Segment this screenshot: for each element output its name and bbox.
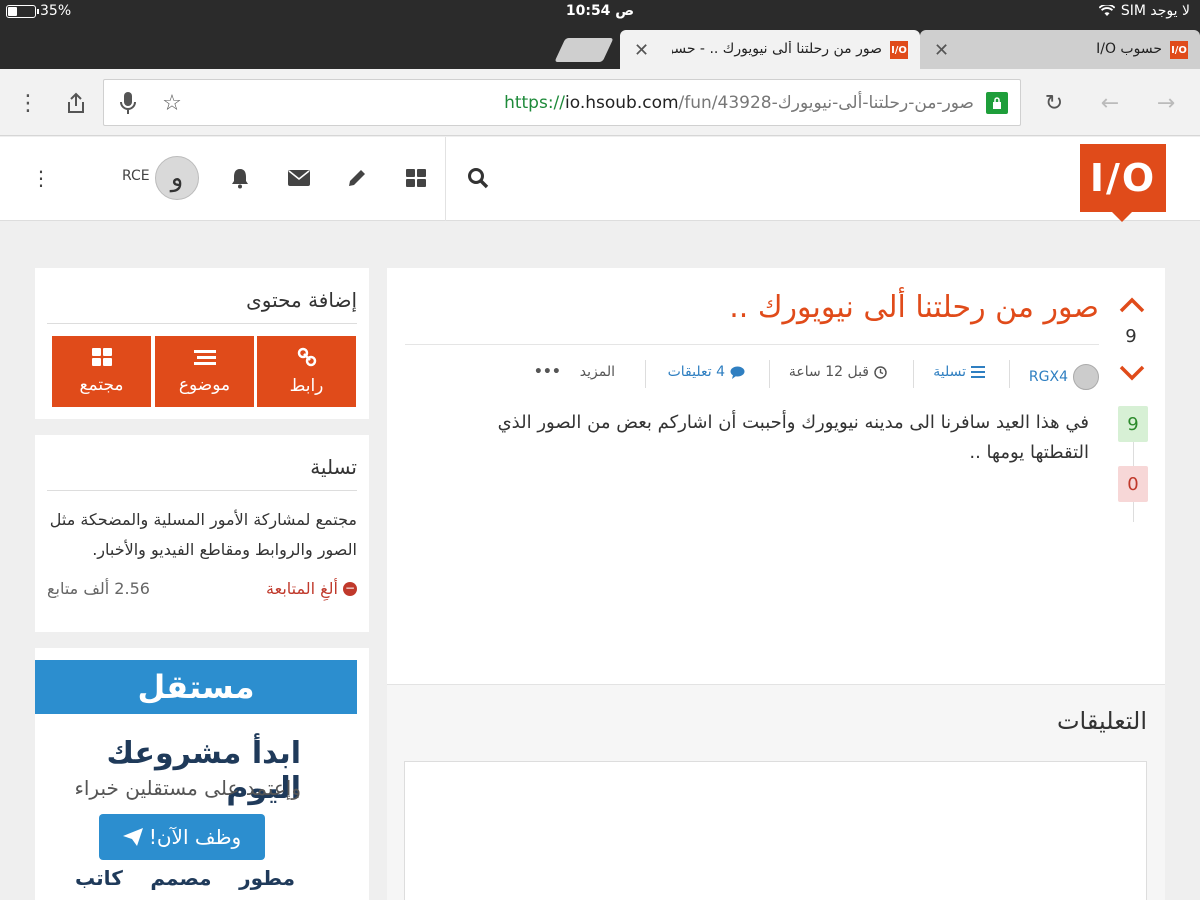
ad-card[interactable]: مستقل ابدأ مشروعك اليوم وإعتمد على مستقل… <box>35 648 369 900</box>
grid-icon[interactable] <box>403 165 429 191</box>
comments-count[interactable]: 4 تعليقات <box>668 364 725 380</box>
clock-icon <box>874 365 887 379</box>
avatar[interactable]: و <box>155 156 199 200</box>
followers-count: 2.56 ألف متابع <box>47 579 150 598</box>
menu-dots-icon[interactable]: ⋮ <box>14 89 42 117</box>
ad-cta-button[interactable]: وظف الآن! <box>99 814 265 860</box>
bell-icon[interactable] <box>227 165 253 191</box>
ad-brand-banner: مستقل <box>35 660 357 714</box>
microphone-icon[interactable] <box>114 89 142 117</box>
ad-cta-label: وظف الآن! <box>148 825 242 849</box>
ad-role: مطور <box>239 866 295 890</box>
meta-divider <box>405 344 1099 345</box>
add-topic-button[interactable]: موضوع <box>155 336 254 407</box>
comments-title: التعليقات <box>1056 707 1147 735</box>
share-icon[interactable] <box>62 89 90 117</box>
site-header: ⋮ RCE و I/O <box>0 137 1200 222</box>
tab-active[interactable]: ✕ صور من رحلتنا ألى نيويورك .. - حسو I/O <box>620 30 920 69</box>
minus-circle-icon: − <box>343 580 357 596</box>
wifi-icon <box>1098 5 1115 16</box>
carrier-label: لا يوجد SIM <box>1120 3 1190 19</box>
grid-icon <box>91 348 112 369</box>
link-icon <box>297 347 317 370</box>
tab-inactive[interactable]: ✕ حسوب I/O I/O <box>920 30 1200 69</box>
post-category[interactable]: تسلية <box>933 364 985 380</box>
vote-count: 9 <box>1125 326 1137 347</box>
downvote-score: 0 <box>1118 466 1148 502</box>
tab-title: صور من رحلتنا ألى نيويورك .. - حسو <box>672 41 882 57</box>
post-comments-link[interactable]: 4 تعليقات <box>668 364 745 380</box>
url-scheme: https:// <box>504 93 565 113</box>
back-icon[interactable]: ← <box>1096 89 1124 117</box>
post-author[interactable]: RGX4 <box>1029 364 1099 390</box>
ad-role: مصمم <box>150 866 212 890</box>
unfollow-button[interactable]: − ألغِ المتابعة <box>266 579 357 598</box>
add-content-title: إضافة محتوى <box>246 288 357 312</box>
ad-role: كاتب <box>75 866 123 890</box>
add-link-label: رابط <box>289 376 324 396</box>
pencil-icon[interactable] <box>344 165 370 191</box>
list-icon <box>971 366 985 378</box>
url-host: io.hsoub.com <box>565 93 679 113</box>
author-name[interactable]: RGX4 <box>1029 369 1068 385</box>
reload-icon[interactable]: ↻ <box>1040 89 1068 117</box>
bookmark-star-icon[interactable]: ☆ <box>158 89 186 117</box>
clock: 10:54 ص <box>565 3 635 19</box>
forward-icon[interactable]: → <box>1152 89 1180 117</box>
comment-bubble-icon <box>730 366 745 379</box>
lock-icon[interactable] <box>986 92 1008 114</box>
url-text[interactable]: https://io.hsoub.com/fun/43928-صور-من-رح… <box>504 93 974 113</box>
add-content-card: إضافة محتوى رابط موضوع مجتمع <box>35 268 369 419</box>
post-more-menu[interactable]: المزيد ••• <box>534 364 615 380</box>
close-icon[interactable]: ✕ <box>934 40 949 61</box>
upvote-score: 9 <box>1118 406 1148 442</box>
add-community-label: مجتمع <box>79 375 124 395</box>
comments-section: التعليقات <box>387 684 1165 900</box>
upvote-chevron-icon[interactable] <box>1119 290 1145 320</box>
browser-toolbar: ⋮ ☆ https://io.hsoub.com/fun/43928-صور-م… <box>0 69 1200 136</box>
add-link-button[interactable]: رابط <box>257 336 356 407</box>
favicon-icon: I/O <box>890 41 908 59</box>
category-link[interactable]: تسلية <box>933 364 966 380</box>
ad-roles: مطور مصمم كاتب <box>75 866 295 890</box>
add-community-button[interactable]: مجتمع <box>52 336 151 407</box>
more-label[interactable]: المزيد <box>580 364 615 380</box>
address-bar[interactable]: ☆ https://io.hsoub.com/fun/43928-صور-من-… <box>103 79 1021 126</box>
time-ago: قبل 12 ساعة <box>788 364 869 380</box>
search-icon[interactable] <box>465 165 491 191</box>
category-description: مجتمع لمشاركة الأمور المسلية والمضحكة مث… <box>49 510 357 559</box>
paper-plane-icon <box>122 828 143 846</box>
tab-title: حسوب I/O <box>1096 41 1162 57</box>
add-topic-label: موضوع <box>178 374 231 395</box>
downvote-chevron-icon[interactable] <box>1119 358 1145 388</box>
carrier-info: لا يوجد SIM <box>1098 3 1190 19</box>
author-avatar <box>1073 364 1099 390</box>
more-menu-icon[interactable]: ⋮ <box>28 165 54 191</box>
new-tab-button[interactable] <box>554 38 614 62</box>
post-card: 9 صور من رحلتنا ألى نيويورك .. RGX4 تسلي… <box>387 268 1165 684</box>
dots-icon: ••• <box>533 364 561 380</box>
close-icon[interactable]: ✕ <box>634 40 649 61</box>
post-body: في هذا العيد سافرنا الى مدينه نيويورك وأ… <box>497 412 1089 463</box>
unfollow-label: ألغِ المتابعة <box>266 579 338 598</box>
site-logo[interactable]: I/O <box>1080 144 1166 222</box>
category-title[interactable]: تسلية <box>310 455 357 479</box>
post-title[interactable]: صور من رحلتنا ألى نيويورك .. <box>729 290 1099 325</box>
post-time: قبل 12 ساعة <box>789 364 887 380</box>
comment-input[interactable] <box>404 761 1147 900</box>
header-divider <box>445 137 446 221</box>
favicon-icon: I/O <box>1170 41 1188 59</box>
username[interactable]: RCE <box>122 168 150 184</box>
tab-strip: ✕ صور من رحلتنا ألى نيويورك .. - حسو I/O… <box>0 24 1200 69</box>
list-icon <box>193 349 216 369</box>
url-path: /fun/43928-صور-من-رحلتنا-ألى-نيويورك <box>678 93 974 113</box>
category-card: تسلية مجتمع لمشاركة الأمور المسلية والمض… <box>35 435 369 632</box>
status-bar: 35% 10:54 ص لا يوجد SIM <box>0 0 1200 24</box>
ad-subline: وإعتمد على مستقلين خبراء <box>74 776 301 800</box>
mail-icon[interactable] <box>286 165 312 191</box>
